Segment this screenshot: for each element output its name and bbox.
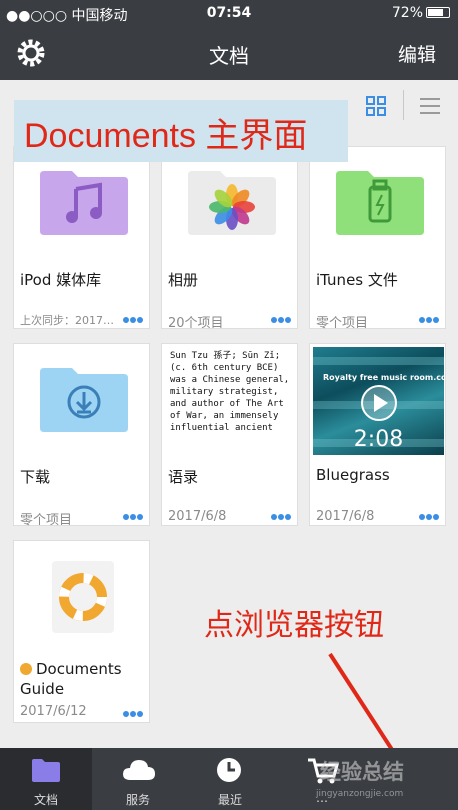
more-options-icon[interactable]: [419, 514, 439, 520]
video-thumbnail: Royalty free music room.com 2:08: [313, 347, 444, 455]
tab-documents[interactable]: 文档: [0, 748, 92, 810]
folder-item-itunes[interactable]: iTunes 文件 零个项目: [309, 146, 446, 331]
tag-dot: [20, 663, 32, 675]
document-item-quotes[interactable]: Sun Tzu 孫子; Sūn Zǐ; (c. 6th century BCE)…: [161, 343, 298, 526]
annotation-hint: 点浏览器按钮: [204, 608, 384, 643]
item-meta: 零个项目: [316, 316, 369, 331]
item-meta: 上次同步：2017…: [20, 314, 114, 327]
more-options-icon[interactable]: [123, 514, 143, 520]
battery-indicator: 72%: [392, 5, 450, 21]
folder-icon: [32, 759, 60, 782]
music-folder-icon: [40, 171, 128, 235]
video-title: Royalty free music room.com: [323, 373, 444, 382]
folder-item-downloads[interactable]: 下载 零个项目: [13, 343, 150, 528]
watermark: 经验总结: [320, 760, 404, 784]
status-bar: ●●○○○ 中国移动 07:54 72%: [0, 0, 458, 26]
item-meta: 2017/6/8: [168, 509, 227, 524]
more-options-icon[interactable]: [271, 514, 291, 520]
item-meta: 20个项目: [168, 316, 224, 331]
download-folder-icon: [40, 368, 128, 432]
more-options-icon[interactable]: [123, 317, 143, 323]
grid-view-icon[interactable]: [366, 96, 386, 116]
navigation-bar: 文档 编辑: [0, 26, 458, 80]
battery-icon: [426, 7, 450, 18]
play-icon: [361, 385, 397, 421]
clock: 07:54: [206, 5, 252, 21]
more-options-icon[interactable]: [271, 317, 291, 323]
tab-recent[interactable]: 最近: [184, 748, 276, 810]
item-name: 相册: [168, 271, 199, 289]
item-meta: 2017/6/8: [316, 509, 375, 524]
guide-thumbnail: [52, 561, 114, 633]
text-document-preview: Sun Tzu 孫子; Sūn Zǐ; (c. 6th century BCE)…: [170, 351, 290, 433]
clock-icon: [217, 758, 241, 782]
item-meta: 2017/6/12: [20, 704, 87, 719]
folder-item-ipod[interactable]: iPod 媒体库 上次同步：2017…: [13, 146, 150, 329]
watermark-url: jingyanzongjie.com: [316, 789, 404, 799]
video-item-bluegrass[interactable]: Royalty free music room.com 2:08 Bluegra…: [309, 343, 446, 526]
item-meta: 零个项目: [20, 513, 73, 528]
more-options-icon[interactable]: [419, 317, 439, 323]
photos-folder-icon: [188, 171, 276, 235]
battery-percent: 72%: [391, 5, 423, 21]
item-name: Bluegrass: [316, 466, 390, 484]
video-duration: 2:08: [353, 427, 404, 452]
more-options-icon[interactable]: [123, 711, 143, 717]
item-name: iTunes 文件: [316, 271, 398, 289]
tab-label: 最近: [217, 793, 242, 807]
tab-label: 服务: [125, 793, 150, 807]
item-name: 语录: [168, 468, 199, 486]
page-title: 文档: [209, 44, 249, 68]
usb-folder-icon: [336, 171, 424, 235]
list-view-icon[interactable]: [418, 96, 442, 116]
lifebuoy-icon: [59, 573, 107, 621]
item-name: 下载: [20, 468, 51, 486]
tab-label: 文档: [33, 793, 58, 807]
toolbar-divider: [403, 90, 404, 120]
item-name: iPod 媒体库: [20, 271, 102, 289]
tab-services[interactable]: 服务: [92, 748, 184, 810]
edit-button[interactable]: 编辑: [398, 40, 436, 67]
annotation-banner: Documents 主界面: [14, 100, 348, 162]
document-item-guide[interactable]: Documents Guide 2017/6/12: [13, 540, 150, 723]
item-name: Documents Guide: [20, 660, 122, 698]
folder-item-photos[interactable]: 相册 20个项目: [161, 146, 298, 331]
cloud-icon: [123, 760, 155, 780]
